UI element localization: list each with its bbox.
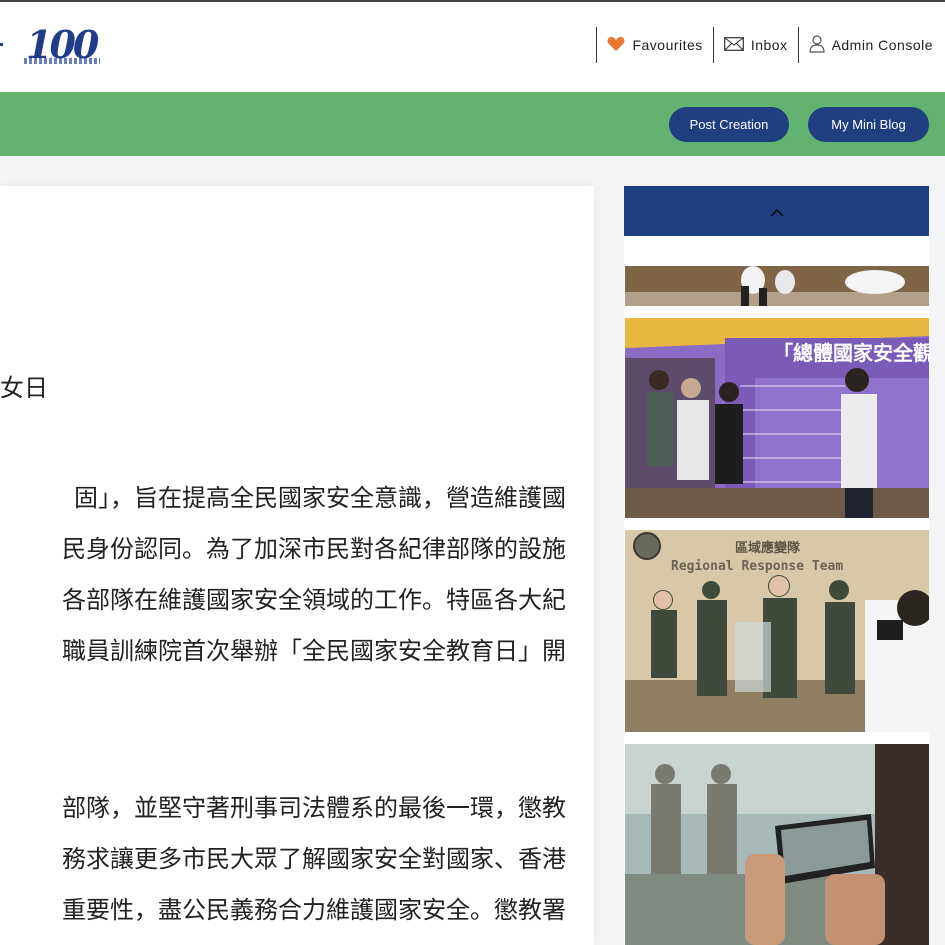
article-panel: 女日 固」，旨在提高全民國家安全意識，營造維護國 民身份認同。為了加深市民對各紀… (0, 186, 594, 945)
team-sign-chinese: 區域應變隊 (735, 540, 801, 556)
logo-subtitle-graphic (24, 58, 100, 64)
post-creation-button[interactable]: Post Creation (669, 107, 789, 142)
paragraph-line: 部隊，並堅守著刑事司法體系的最後一環，懲教 (62, 794, 566, 822)
paragraph-line: 務求讓更多市民大眾了解國家安全對國家、香港 (62, 845, 566, 873)
nav-admin-console-label: Admin Console (831, 37, 933, 53)
phone-capture-scene (625, 744, 929, 945)
gallery-photo-phone[interactable] (625, 744, 929, 945)
nav-favourites-label: Favourites (632, 37, 703, 53)
site-header: 100 Favourites Inbox Admin Console (0, 2, 945, 92)
nav-inbox[interactable]: Inbox (714, 36, 798, 54)
photo-gallery-sidebar: 「總體國家安全觀」 區域應變隊 Regional Response Team (624, 186, 929, 945)
paragraph-line: 各部隊在維護國家安全領域的工作。特區各大紀 (62, 586, 566, 614)
paragraph-line: 職員訓練院首次舉辦「全民國家安全教育日」開 (62, 637, 566, 665)
team-sign-english: Regional Response Team (671, 559, 843, 574)
header-nav: Favourites Inbox Admin Console (596, 27, 933, 63)
gallery-photo-exhibition[interactable]: 「總體國家安全觀」 (625, 318, 929, 518)
heart-icon (607, 36, 625, 55)
nav-inbox-label: Inbox (750, 37, 788, 53)
gallery-photo-crowd[interactable] (625, 266, 929, 306)
envelope-icon (723, 36, 744, 54)
logo-edge-mark (0, 43, 3, 46)
nav-favourites[interactable]: Favourites (597, 36, 712, 55)
nav-admin-console[interactable]: Admin Console (799, 34, 933, 56)
paragraph-line: 固」，旨在提高全民國家安全意識，營造維護國 (74, 484, 566, 512)
chevron-up-icon (769, 202, 784, 221)
paragraph-line: 重要性，盡公民義務合力維護國家安全。懲教署 (62, 896, 566, 924)
article-paragraph-2: 部隊，並堅守著刑事司法體系的最後一環，懲教 務求讓更多市民大眾了解國家安全對國家… (62, 783, 566, 936)
action-bar (0, 92, 945, 156)
article-paragraph-1: 固」，旨在提高全民國家安全意識，營造維護國 民身份認同。為了加深市民對各紀律部隊… (62, 473, 566, 677)
paragraph-line: 民身份認同。為了加深市民對各紀律部隊的設施 (62, 535, 566, 563)
exhibition-scene: 「總體國家安全觀」 (625, 318, 929, 518)
gallery-photo-response-team[interactable]: 區域應變隊 Regional Response Team (625, 530, 929, 732)
exhibition-board-title: 「總體國家安全觀」 (773, 341, 929, 365)
crowd-illustration (625, 266, 929, 306)
response-team-scene: 區域應變隊 Regional Response Team (625, 530, 929, 732)
centenary-logo[interactable]: 100 (22, 22, 102, 72)
user-icon (808, 34, 825, 56)
gallery-scroll-up-button[interactable] (624, 186, 929, 236)
my-mini-blog-button[interactable]: My Mini Blog (808, 107, 929, 142)
article-title: 女日 (0, 374, 48, 402)
